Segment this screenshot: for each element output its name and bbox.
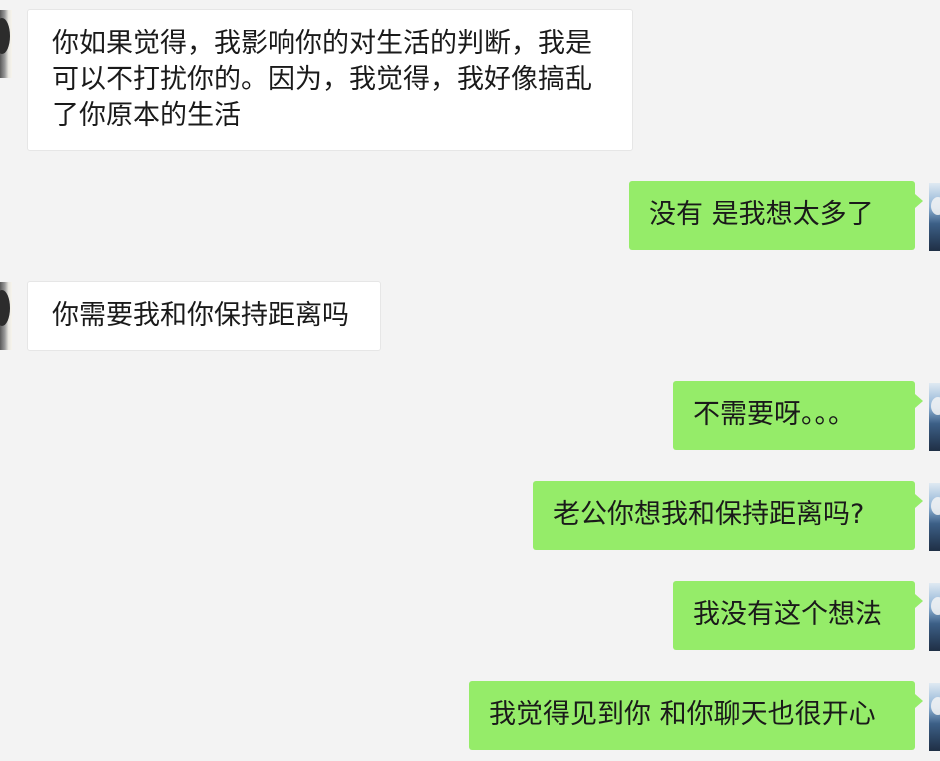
chat-message-list[interactable]: 你如果觉得，我影响你的对生活的判断，我是可以不打扰你的。因为，我觉得，我好像搞乱… bbox=[0, 0, 940, 761]
outgoing-message[interactable]: 不需要呀。。。 bbox=[673, 381, 923, 450]
self-avatar-icon[interactable] bbox=[929, 683, 940, 751]
self-avatar-icon[interactable] bbox=[929, 183, 940, 251]
outgoing-message[interactable]: 没有 是我想太多了 bbox=[629, 181, 923, 250]
incoming-message[interactable]: 你如果觉得，我影响你的对生活的判断，我是可以不打扰你的。因为，我觉得，我好像搞乱… bbox=[27, 9, 633, 151]
self-avatar-icon[interactable] bbox=[929, 583, 940, 651]
outgoing-message[interactable]: 我觉得见到你 和你聊天也很开心 bbox=[469, 681, 923, 750]
self-avatar-icon[interactable] bbox=[929, 483, 940, 551]
outgoing-message[interactable]: 老公你想我和保持距离吗? bbox=[533, 481, 923, 550]
incoming-message[interactable]: 你需要我和你保持距离吗 bbox=[27, 281, 381, 351]
contact-avatar-icon[interactable] bbox=[0, 10, 12, 78]
self-avatar-icon[interactable] bbox=[929, 383, 940, 451]
outgoing-message[interactable]: 我没有这个想法 bbox=[673, 581, 923, 650]
contact-avatar-icon[interactable] bbox=[0, 282, 12, 350]
